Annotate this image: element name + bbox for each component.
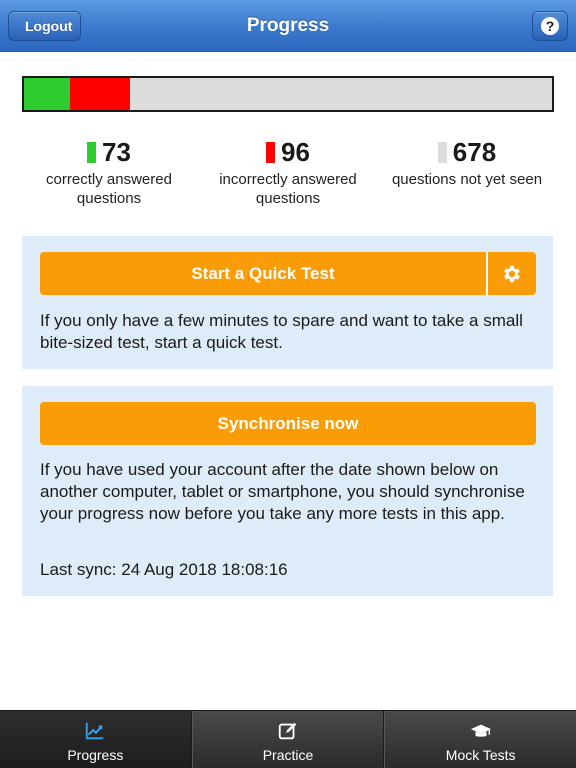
tab-mock-tests[interactable]: Mock Tests — [384, 711, 576, 768]
progress-bar — [22, 76, 554, 112]
stat-unseen: 678 questions not yet seen — [372, 136, 562, 189]
tab-mock-tests-label: Mock Tests — [445, 747, 516, 763]
last-sync-text: Last sync: 24 Aug 2018 18:08:16 — [40, 560, 288, 579]
synchronise-now-button[interactable]: Synchronise now — [40, 402, 536, 445]
quick-test-description: If you only have a few minutes to spare … — [40, 311, 523, 352]
correct-label: correctly answered questions — [46, 171, 172, 207]
start-quick-test-button[interactable]: Start a Quick Test — [40, 252, 486, 295]
graduation-cap-icon — [470, 724, 491, 737]
correct-count: 73 — [102, 136, 131, 167]
quick-test-panel: Start a Quick Test If you only have a fe… — [22, 236, 553, 369]
progress-segment-incorrect — [70, 78, 130, 110]
gear-icon — [504, 265, 520, 282]
logout-button[interactable]: Logout — [0, 10, 81, 42]
tab-progress[interactable]: Progress — [0, 711, 192, 768]
incorrect-count: 96 — [281, 136, 310, 167]
nav-bar: Progress Logout ? — [0, 0, 576, 52]
stat-correct: 73 correctly answered questions — [14, 136, 204, 208]
logout-label: Logout — [25, 18, 73, 34]
tab-practice[interactable]: Practice — [191, 711, 385, 768]
page-title: Progress — [246, 15, 330, 36]
edit-icon — [278, 722, 297, 740]
tab-progress-label: Progress — [67, 747, 124, 763]
tab-practice-label: Practice — [262, 747, 314, 763]
quick-test-settings-button[interactable] — [486, 252, 536, 295]
unseen-swatch — [437, 141, 447, 163]
progress-segment-correct — [24, 78, 70, 110]
stat-incorrect: 96 incorrectly answered questions — [193, 136, 383, 208]
sync-description: If you have used your account after the … — [40, 460, 525, 523]
tab-bar: Progress Practice Mock Tests — [0, 710, 576, 768]
chart-icon — [86, 722, 104, 740]
help-button[interactable]: ? — [532, 11, 568, 41]
sync-panel: Synchronise now If you have used your ac… — [22, 386, 553, 596]
help-icon: ? — [541, 17, 559, 35]
unseen-count: 678 — [452, 136, 497, 167]
correct-swatch — [87, 141, 97, 163]
unseen-label: questions not yet seen — [391, 171, 543, 188]
incorrect-swatch — [266, 141, 276, 163]
incorrect-label: incorrectly answered questions — [219, 171, 357, 207]
